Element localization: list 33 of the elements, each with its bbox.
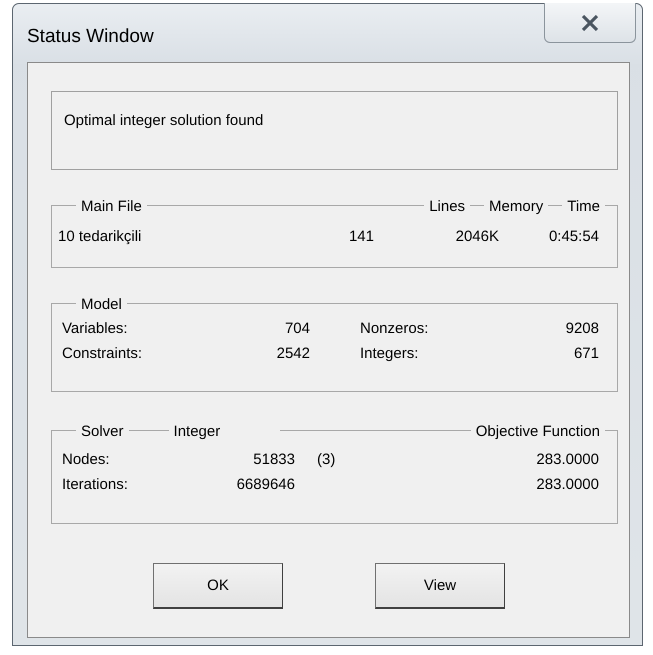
stat-label: Nonzeros:: [359, 320, 430, 337]
column-heading: Lines: [424, 198, 470, 214]
stat-label: Integers:: [359, 345, 420, 362]
column-heading: Integer: [168, 422, 280, 440]
stat-label: Constraints:: [62, 345, 144, 362]
objective-value: 283.0000: [535, 451, 599, 468]
column-heading: Objective Function: [470, 422, 605, 440]
stat-value: 9208: [564, 320, 599, 337]
column-heading: Solver: [76, 422, 129, 440]
column-heading: Main File: [76, 198, 147, 214]
file-value: 2046K: [454, 228, 499, 245]
stat-value: 671: [572, 345, 599, 362]
stat-label: Nodes:: [62, 451, 111, 468]
objective-value: 283.0000: [535, 476, 599, 493]
stat-value: 2542: [276, 345, 310, 362]
file-value: 0:45:54: [548, 228, 599, 245]
stat-value: 704: [284, 320, 310, 337]
column-heading: Memory: [484, 198, 548, 214]
stat-value: 6689646: [236, 476, 295, 493]
stat-label: Variables:: [62, 320, 129, 337]
stat-note: (3): [316, 451, 336, 468]
group-title: Model: [76, 296, 127, 312]
stat-label: Iterations:: [62, 476, 129, 493]
dialog-button[interactable]: View: [375, 563, 505, 609]
window-title: Status Window: [27, 26, 154, 48]
close-button[interactable]: [544, 3, 636, 43]
stat-value: 51833: [252, 451, 295, 468]
status-message: Optimal integer solution found: [64, 112, 264, 129]
file-value: 141: [348, 228, 374, 245]
dialog-button[interactable]: OK: [153, 563, 283, 609]
close-icon: [580, 14, 600, 32]
file-value: 10 tedarikçili: [58, 228, 142, 245]
column-heading: Time: [562, 198, 605, 214]
